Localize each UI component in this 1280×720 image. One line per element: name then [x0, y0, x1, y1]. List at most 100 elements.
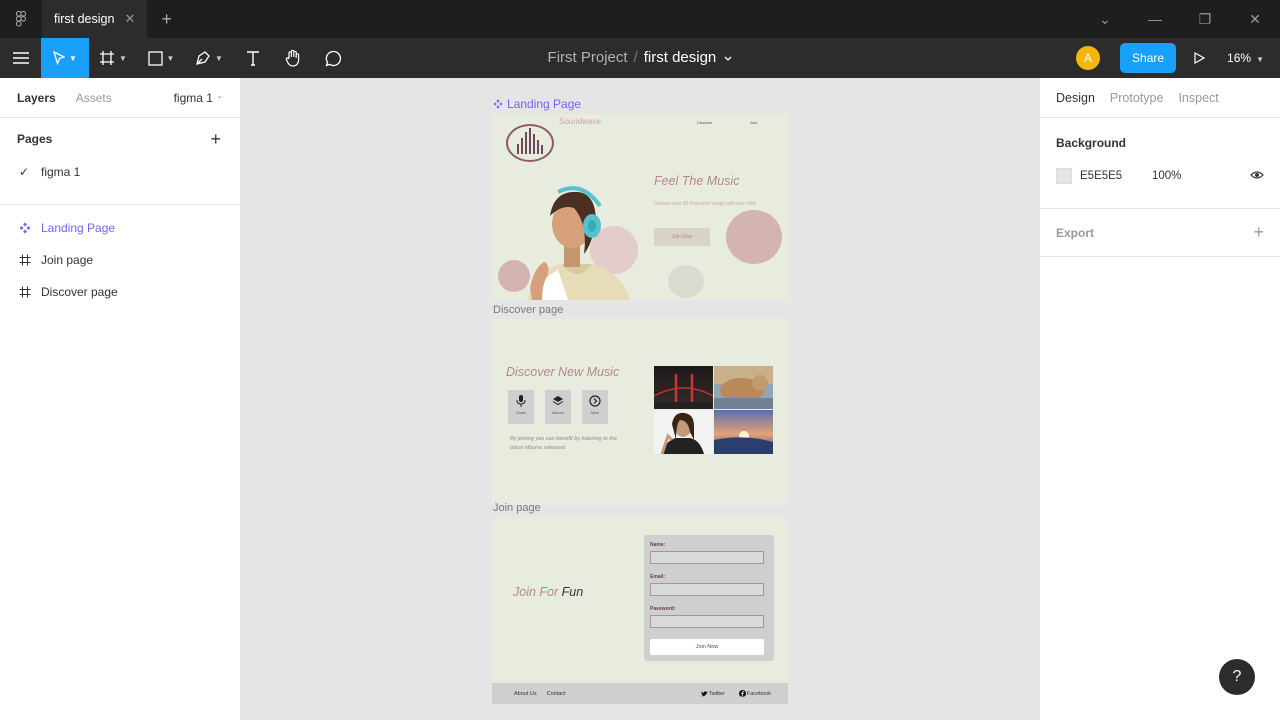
layer-discover-page[interactable]: Discover page: [0, 276, 240, 308]
add-export-button[interactable]: +: [1253, 222, 1264, 243]
breadcrumb-file[interactable]: first design: [644, 49, 717, 66]
landing-page-frame[interactable]: Soundwave Discover Join Feel The Music S…: [492, 114, 788, 300]
background-hex-input[interactable]: E5E5E5: [1080, 170, 1152, 182]
eye-icon[interactable]: [1250, 170, 1264, 183]
collapse-icon[interactable]: ⌄: [1080, 11, 1130, 28]
name-field[interactable]: [650, 551, 764, 564]
discover-page-frame[interactable]: Discover New Music Charts Albums More By…: [492, 319, 788, 505]
footer-contact-link[interactable]: Contact: [547, 691, 566, 697]
avatar[interactable]: A: [1076, 46, 1101, 70]
chevron-circle-icon: [589, 395, 601, 407]
title-bar: first design ✕ + ⌄ — ❐ ✕: [0, 0, 1280, 38]
chevron-down-icon: ▼: [1256, 55, 1264, 64]
breadcrumb-separator: /: [633, 49, 638, 66]
password-field[interactable]: [650, 615, 764, 628]
right-panel-tabs: Design Prototype Inspect: [1040, 78, 1280, 118]
background-color-swatch[interactable]: [1056, 168, 1072, 184]
chevron-down-icon: ▼: [119, 53, 127, 63]
name-label: Name:: [650, 542, 666, 548]
minimize-icon[interactable]: —: [1130, 11, 1180, 27]
properties-panel: Design Prototype Inspect Background E5E5…: [1039, 78, 1280, 720]
password-label: Password:: [650, 606, 676, 612]
woman-headphones-image: [527, 186, 630, 300]
decor-circle: [726, 210, 782, 264]
page-item-label: figma 1: [41, 165, 81, 179]
charts-card[interactable]: Charts: [508, 390, 534, 424]
frame-label-join[interactable]: Join page: [493, 502, 541, 514]
tab-design[interactable]: Design: [1056, 91, 1095, 105]
footer-about-link[interactable]: About Us: [514, 691, 537, 697]
frame-icon: [19, 286, 41, 298]
frame-label-discover[interactable]: Discover page: [493, 304, 563, 316]
hero-title: Feel The Music: [654, 174, 740, 188]
zoom-dropdown[interactable]: 16% ▼: [1227, 51, 1264, 65]
frame-label-landing[interactable]: Landing Page: [493, 97, 581, 111]
more-card[interactable]: More: [582, 390, 608, 424]
hand-tool-button[interactable]: [273, 38, 313, 78]
frame-icon: [100, 51, 115, 65]
join-now-button[interactable]: Join Now: [654, 228, 710, 246]
check-icon: ✓: [19, 165, 30, 179]
email-field[interactable]: [650, 583, 764, 596]
tab-assets[interactable]: Assets: [76, 91, 112, 105]
chevron-up-icon: ⌃: [216, 94, 223, 104]
close-window-icon[interactable]: ✕: [1230, 11, 1280, 28]
layers-panel: Layers Assets figma 1 ⌃ Pages + ✓ figma …: [0, 78, 241, 720]
page-item-figma-1[interactable]: ✓ figma 1: [0, 160, 240, 184]
layer-join-page[interactable]: Join page: [0, 244, 240, 276]
footer-facebook-link[interactable]: Facebook: [738, 690, 771, 697]
chevron-down-icon[interactable]: [724, 38, 732, 78]
tab-layers[interactable]: Layers: [17, 91, 56, 105]
frame-tool-button[interactable]: ▼: [89, 38, 137, 78]
present-play-icon[interactable]: [1194, 52, 1206, 64]
main-menu-icon[interactable]: [0, 38, 41, 78]
twitter-icon: [700, 690, 708, 696]
layers-icon: [552, 396, 564, 406]
layer-landing-page[interactable]: Landing Page: [0, 212, 240, 244]
export-section: Export +: [1040, 209, 1280, 257]
background-opacity-input[interactable]: 100%: [1152, 170, 1181, 182]
shape-tool-button[interactable]: ▼: [137, 38, 185, 78]
chevron-down-icon: ▼: [69, 53, 77, 63]
move-tool-button[interactable]: ▼: [41, 38, 89, 78]
tab-inspect[interactable]: Inspect: [1178, 91, 1218, 105]
discover-title: Discover New Music: [506, 365, 620, 379]
discover-description: By joining you can benefit by listening …: [510, 436, 618, 451]
join-page-frame[interactable]: Join For Fun Name: Email: Password: Join…: [492, 517, 788, 683]
cursor-icon: [53, 51, 66, 65]
sunset-photo: [714, 410, 773, 454]
toolbar: First Project / first design ▼ ▼ ▼ ▼ A Sha…: [0, 38, 1280, 78]
file-tab[interactable]: first design ✕: [42, 0, 148, 38]
text-tool-button[interactable]: [233, 38, 273, 78]
share-button[interactable]: Share: [1120, 43, 1177, 73]
figma-menu-icon[interactable]: [0, 0, 42, 38]
new-tab-button[interactable]: +: [161, 9, 172, 30]
cat-photo: [714, 366, 773, 409]
layer-label: Landing Page: [41, 221, 116, 235]
component-icon: [19, 222, 41, 234]
help-button[interactable]: ?: [1219, 659, 1255, 695]
tab-prototype[interactable]: Prototype: [1110, 91, 1164, 105]
nav-join[interactable]: Join: [750, 120, 757, 125]
background-title: Background: [1056, 136, 1127, 150]
add-page-button[interactable]: +: [210, 129, 221, 150]
close-tab-icon[interactable]: ✕: [124, 11, 135, 27]
zoom-value: 16%: [1227, 51, 1252, 65]
footer-twitter-link[interactable]: Twitter: [700, 690, 725, 697]
layer-label: Discover page: [41, 285, 118, 299]
text-icon: [247, 51, 259, 66]
page-switcher[interactable]: figma 1 ⌃: [174, 91, 223, 105]
facebook-label: Facebook: [746, 690, 771, 697]
file-tab-title: first design: [54, 12, 115, 26]
footer: About Us Contact Twitter Facebook: [492, 683, 788, 704]
breadcrumb-project[interactable]: First Project: [548, 49, 628, 66]
comment-tool-button[interactable]: [313, 38, 353, 78]
nav-discover[interactable]: Discover: [697, 120, 713, 125]
background-section: Background E5E5E5 100%: [1040, 118, 1280, 209]
pen-tool-button[interactable]: ▼: [185, 38, 233, 78]
join-title-dark: Fun: [561, 585, 584, 599]
join-submit-button[interactable]: Join Now: [650, 639, 764, 655]
restore-icon[interactable]: ❐: [1180, 11, 1230, 28]
facebook-icon: [738, 690, 746, 697]
albums-card[interactable]: Albums: [545, 390, 571, 424]
